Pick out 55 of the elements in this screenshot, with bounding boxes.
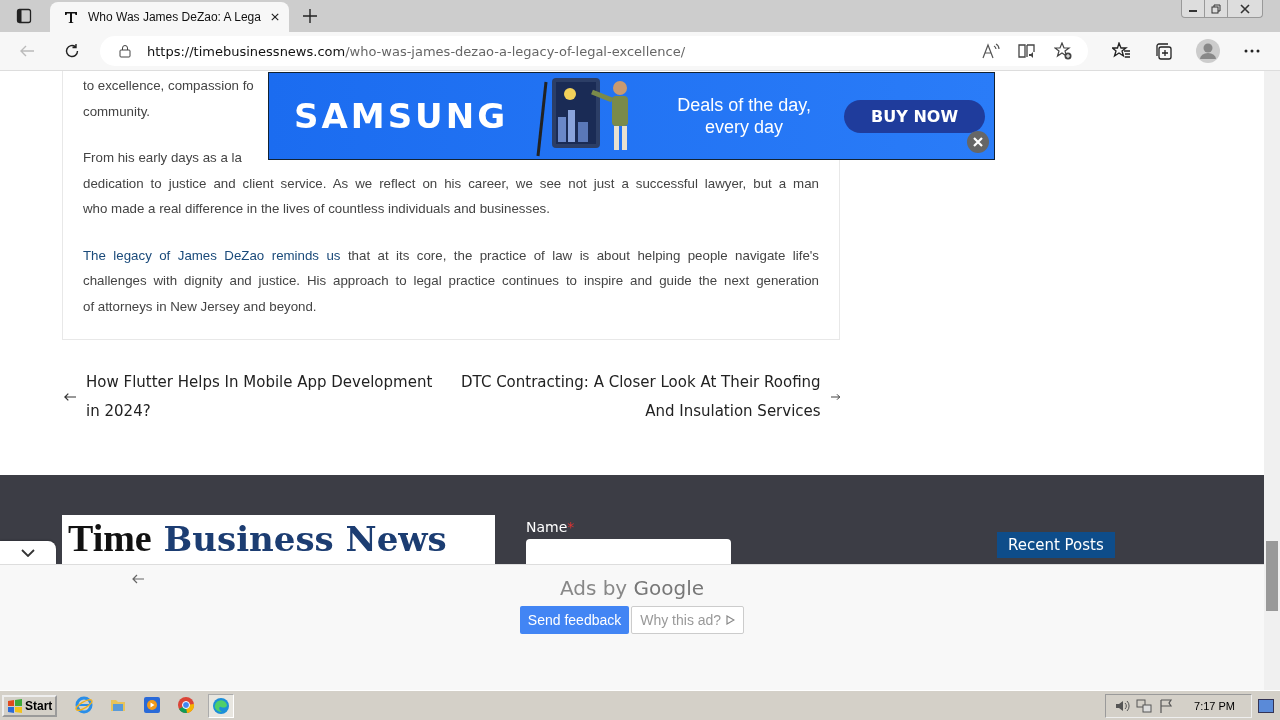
add-favorite-icon[interactable] [1054, 42, 1072, 60]
close-icon[interactable] [967, 131, 989, 153]
article-link[interactable]: The legacy of James DeZao reminds us [83, 247, 341, 263]
url-text: https://timebusinessnews.com/who-was-james-dezao-a-legacy-of-legal-excellence/ [147, 43, 686, 59]
name-label: Name* [526, 519, 576, 535]
arrow-right-icon [830, 392, 840, 402]
network-icon[interactable] [1136, 697, 1153, 714]
clock: 7:17 PM [1194, 699, 1235, 712]
restore-icon [1211, 3, 1221, 14]
article-text: to excellence, compassion fo [83, 77, 254, 95]
article-text: community. [83, 102, 150, 121]
read-aloud-icon[interactable] [982, 43, 1000, 59]
more-icon[interactable] [1244, 49, 1260, 53]
article-text: dedication to justice and client service. As we reflect on his career, we see not just a successful lawyer, but a man [83, 174, 819, 193]
show-desktop-icon[interactable] [1258, 698, 1274, 713]
back-arrow-icon[interactable] [132, 574, 144, 584]
ad-tagline: every day [705, 116, 784, 138]
tab-title: Who Was James DeZao: A Lega [88, 10, 261, 24]
previous-post-link[interactable]: How Flutter Helps In Mobile App Development in 2024? [62, 368, 444, 426]
chevron-down-icon [21, 548, 35, 557]
article-text: The legacy of James DeZao reminds us that at its core, the practice of law is about helping people navigate life's [83, 246, 819, 265]
article-text: challenges with dignity and justice. His approach to legal practice continues to inspire and guide the next generation [83, 272, 819, 290]
arrow-left-icon [64, 392, 77, 402]
favorites-icon[interactable] [1112, 42, 1130, 60]
tab-actions-icon[interactable] [16, 8, 32, 24]
refresh-icon[interactable] [64, 43, 80, 59]
ads-by-google-label: Ads by Google [559, 576, 705, 600]
minimize-icon [1189, 10, 1197, 12]
collapse-button[interactable] [0, 541, 56, 564]
scrollbar[interactable] [1264, 71, 1280, 690]
next-post-link[interactable]: DTC Contracting: A Closer Look At Their Roofing And Insulation Services [460, 368, 840, 426]
send-feedback-button[interactable]: Send feedback [519, 606, 630, 634]
edge-icon[interactable] [208, 693, 235, 718]
flag-icon[interactable] [1158, 697, 1175, 714]
ad-banner[interactable]: SAMSUNG Deals of the day, every day BUY NOW [268, 72, 995, 160]
collections-icon[interactable] [1154, 42, 1172, 60]
reader-view-icon[interactable] [1018, 43, 1036, 59]
brand-logo: SAMSUNG [294, 96, 509, 136]
close-icon [1240, 3, 1250, 14]
widget-title: Recent Posts [997, 532, 1115, 558]
address-bar[interactable]: https://timebusinessnews.com/who-was-james-dezao-a-legacy-of-legal-excellence/ [100, 36, 1088, 66]
buy-now-button[interactable]: BUY NOW [844, 99, 986, 133]
article-text: of attorneys in New Jersey and beyond. [83, 297, 317, 316]
browser-tab[interactable]: Who Was James DeZao: A Lega [50, 2, 289, 32]
start-button[interactable]: Start [2, 694, 58, 717]
favicon-icon [64, 10, 78, 24]
windows-logo-icon [7, 698, 23, 713]
play-icon [725, 615, 736, 625]
profile-avatar-icon[interactable] [1196, 39, 1220, 63]
ad-tagline: Deals of the day, [677, 94, 811, 116]
lock-icon [119, 44, 131, 58]
article-text: who made a real difference in the lives of countless individuals and businesses. [83, 200, 550, 218]
new-tab-icon[interactable] [303, 9, 317, 23]
close-icon[interactable] [270, 12, 279, 22]
article-text: From his early days as a la [83, 149, 242, 167]
